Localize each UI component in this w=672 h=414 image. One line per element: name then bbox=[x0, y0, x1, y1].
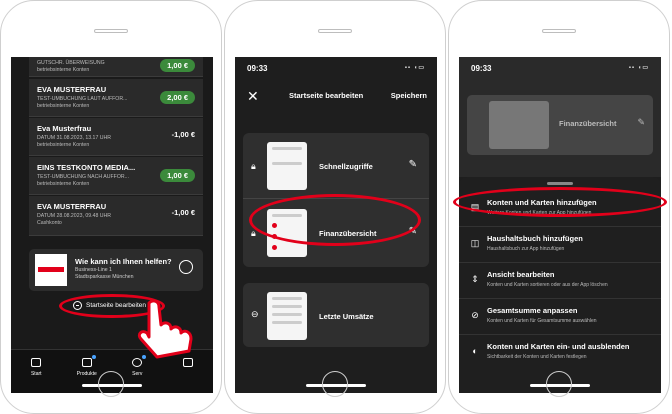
speaker bbox=[318, 29, 352, 33]
pencil-icon: ✎ bbox=[637, 117, 645, 127]
tab-label: Serv bbox=[132, 371, 143, 377]
tab-start[interactable]: Start bbox=[11, 350, 62, 393]
widget-label: Letzte Umsätze bbox=[319, 312, 374, 321]
help-subtext: Business-Line 1 Stadtsparkasse München bbox=[75, 267, 134, 281]
home-button bbox=[98, 371, 124, 397]
tap-hand-icon bbox=[137, 299, 193, 359]
toggle-icon: ◐ bbox=[472, 346, 478, 356]
status-bar: 09:33 ▪▪ ◖▭ bbox=[235, 57, 437, 79]
help-line-1: Business-Line 1 bbox=[75, 267, 112, 273]
card-add-icon: ▤ bbox=[470, 202, 480, 212]
chat-icon[interactable] bbox=[179, 260, 193, 274]
home-button bbox=[322, 371, 348, 397]
option-sub: Weitere Konten und Karten zur App hinzuf… bbox=[487, 210, 592, 216]
clock: 09:33 bbox=[247, 64, 268, 73]
home-icon bbox=[31, 358, 42, 367]
active-widgets: 🔒︎ Schnellzugriffe ✎ 🔒︎ Finanzübersicht … bbox=[243, 133, 429, 267]
tx-amount: -1,00 € bbox=[171, 130, 195, 139]
close-icon[interactable]: ✕ bbox=[247, 88, 259, 105]
lock-icon: 🔒︎ bbox=[251, 228, 256, 238]
lock-icon: 🔒︎ bbox=[251, 161, 256, 171]
option-title: Ansicht bearbeiten bbox=[487, 270, 555, 279]
widget-finanzuebersicht[interactable]: 🔒︎ Finanzübersicht ✎ bbox=[243, 200, 429, 266]
box-icon bbox=[81, 355, 96, 367]
option-edit-view[interactable]: ⇕ Ansicht bearbeiten Konten und Karten s… bbox=[459, 263, 661, 299]
eye-off-icon: ⊘ bbox=[471, 310, 479, 320]
option-sub: Haushaltsbuch zur App hinzufügen bbox=[487, 246, 565, 252]
page-title: Startseite bearbeiten bbox=[289, 91, 364, 100]
option-sub: Sichtbarkeit der Konten und Karten festl… bbox=[487, 354, 587, 360]
phone-3: 09:33 ▪▪ ◖▭ Finanzübersicht ✎ ▤ Konten u… bbox=[448, 0, 670, 414]
tx-amount: 2,00 € bbox=[160, 91, 195, 104]
option-sub: Konten und Karten für Gesamtsumme auswäh… bbox=[487, 318, 597, 324]
widget-schnellzugriffe[interactable]: 🔒︎ Schnellzugriffe ✎ bbox=[243, 133, 429, 199]
tab-label: Start bbox=[30, 371, 42, 377]
tab-label: Produkte bbox=[76, 371, 97, 377]
signal-icon: ▪▪ ◖▭ bbox=[628, 65, 649, 71]
help-card[interactable]: Wie kann ich Ihnen helfen? Business-Line… bbox=[29, 249, 203, 291]
save-button[interactable]: Speichern bbox=[391, 91, 427, 100]
widget-preview bbox=[489, 101, 549, 149]
action-sheet: ▤ Konten und Karten hinzufügen Weitere K… bbox=[459, 177, 661, 393]
sheet-grabber[interactable] bbox=[547, 182, 573, 185]
option-add-budget-book[interactable]: ◫ Haushaltsbuch hinzufügen Haushaltsbuch… bbox=[459, 227, 661, 263]
option-adjust-total[interactable]: ⊘ Gesamtsumme anpassen Konten und Karten… bbox=[459, 299, 661, 335]
help-line-2: Stadtsparkasse München bbox=[75, 273, 134, 280]
option-toggle-visibility[interactable]: ◐ Konten und Karten ein- und ausblenden … bbox=[459, 335, 661, 371]
option-title: Konten und Karten ein- und ausblenden bbox=[487, 342, 630, 351]
tx-amount: 1,00 € bbox=[160, 169, 195, 182]
widget-preview bbox=[267, 292, 307, 340]
inactive-widgets: ⊖ Letzte Umsätze bbox=[243, 283, 429, 347]
status-bar: 09:33 ▪▪ ◖▭ bbox=[459, 57, 661, 79]
book-icon: ◫ bbox=[470, 238, 480, 248]
help-title: Wie kann ich Ihnen helfen? bbox=[75, 257, 172, 266]
sort-icon: ⇕ bbox=[471, 274, 479, 284]
pencil-icon[interactable]: ✎ bbox=[409, 159, 417, 170]
speaker bbox=[94, 29, 128, 33]
transaction-row[interactable]: Eva Musterfrau DATUM 31.08.2023, 13.17 U… bbox=[29, 118, 203, 156]
clock: 09:33 bbox=[471, 64, 492, 73]
widget-label: Finanzübersicht bbox=[559, 119, 617, 128]
speaker bbox=[542, 29, 576, 33]
option-add-accounts[interactable]: ▤ Konten und Karten hinzufügen Weitere K… bbox=[459, 191, 661, 227]
transaction-row[interactable]: EINS TESTKONTO MEDIA... TEST-UMBUCHUNG N… bbox=[29, 157, 203, 195]
signal-icon: ▪▪ ◖▭ bbox=[404, 65, 425, 71]
widget-label: Schnellzugriffe bbox=[319, 162, 373, 171]
option-title: Konten und Karten hinzufügen bbox=[487, 198, 597, 207]
home-button bbox=[546, 371, 572, 397]
phone-1: GUTSCHR. ÜBERWEISUNG betriebsinterne Kont… bbox=[0, 0, 222, 414]
business-line-thumbnail bbox=[35, 254, 67, 286]
screen-2: 09:33 ▪▪ ◖▭ ✕ Startseite bearbeiten Spei… bbox=[235, 57, 437, 393]
widget-label: Finanzübersicht bbox=[319, 229, 377, 238]
pencil-icon[interactable]: ✎ bbox=[409, 226, 417, 237]
tx-amount: -1,00 € bbox=[171, 208, 195, 217]
minus-circle-icon[interactable]: ⊖ bbox=[251, 309, 259, 320]
phone-2: 09:33 ▪▪ ◖▭ ✕ Startseite bearbeiten Spei… bbox=[224, 0, 446, 414]
tx-amount: 1,00 € bbox=[160, 59, 195, 72]
option-title: Haushaltsbuch hinzufügen bbox=[487, 234, 583, 243]
widget-letzte-umsaetze[interactable]: ⊖ Letzte Umsätze bbox=[243, 283, 429, 349]
screen-3: 09:33 ▪▪ ◖▭ Finanzübersicht ✎ ▤ Konten u… bbox=[459, 57, 661, 393]
minus-circle-icon bbox=[73, 301, 82, 310]
widget-preview bbox=[267, 142, 307, 190]
edit-header: ✕ Startseite bearbeiten Speichern bbox=[235, 83, 437, 107]
option-sub: Konten und Karten sortieren oder aus der… bbox=[487, 282, 608, 288]
transaction-row[interactable]: GUTSCHR. ÜBERWEISUNG betriebsinterne Kont… bbox=[29, 57, 203, 77]
option-title: Gesamtsumme anpassen bbox=[487, 306, 578, 315]
transaction-row[interactable]: EVA MUSTERFRAU DATUM 28.08.2023, 09.48 U… bbox=[29, 196, 203, 236]
menu-icon bbox=[182, 358, 193, 367]
widget-finanzuebersicht: Finanzübersicht ✎ bbox=[467, 95, 653, 155]
dimmed-background: 09:33 ▪▪ ◖▭ Finanzübersicht ✎ bbox=[459, 57, 661, 177]
transaction-row[interactable]: EVA MUSTERFRAU TEST-UMBUCHUNG LAUT AUFFO… bbox=[29, 79, 203, 117]
service-icon bbox=[132, 355, 147, 367]
widget-preview bbox=[267, 209, 307, 257]
